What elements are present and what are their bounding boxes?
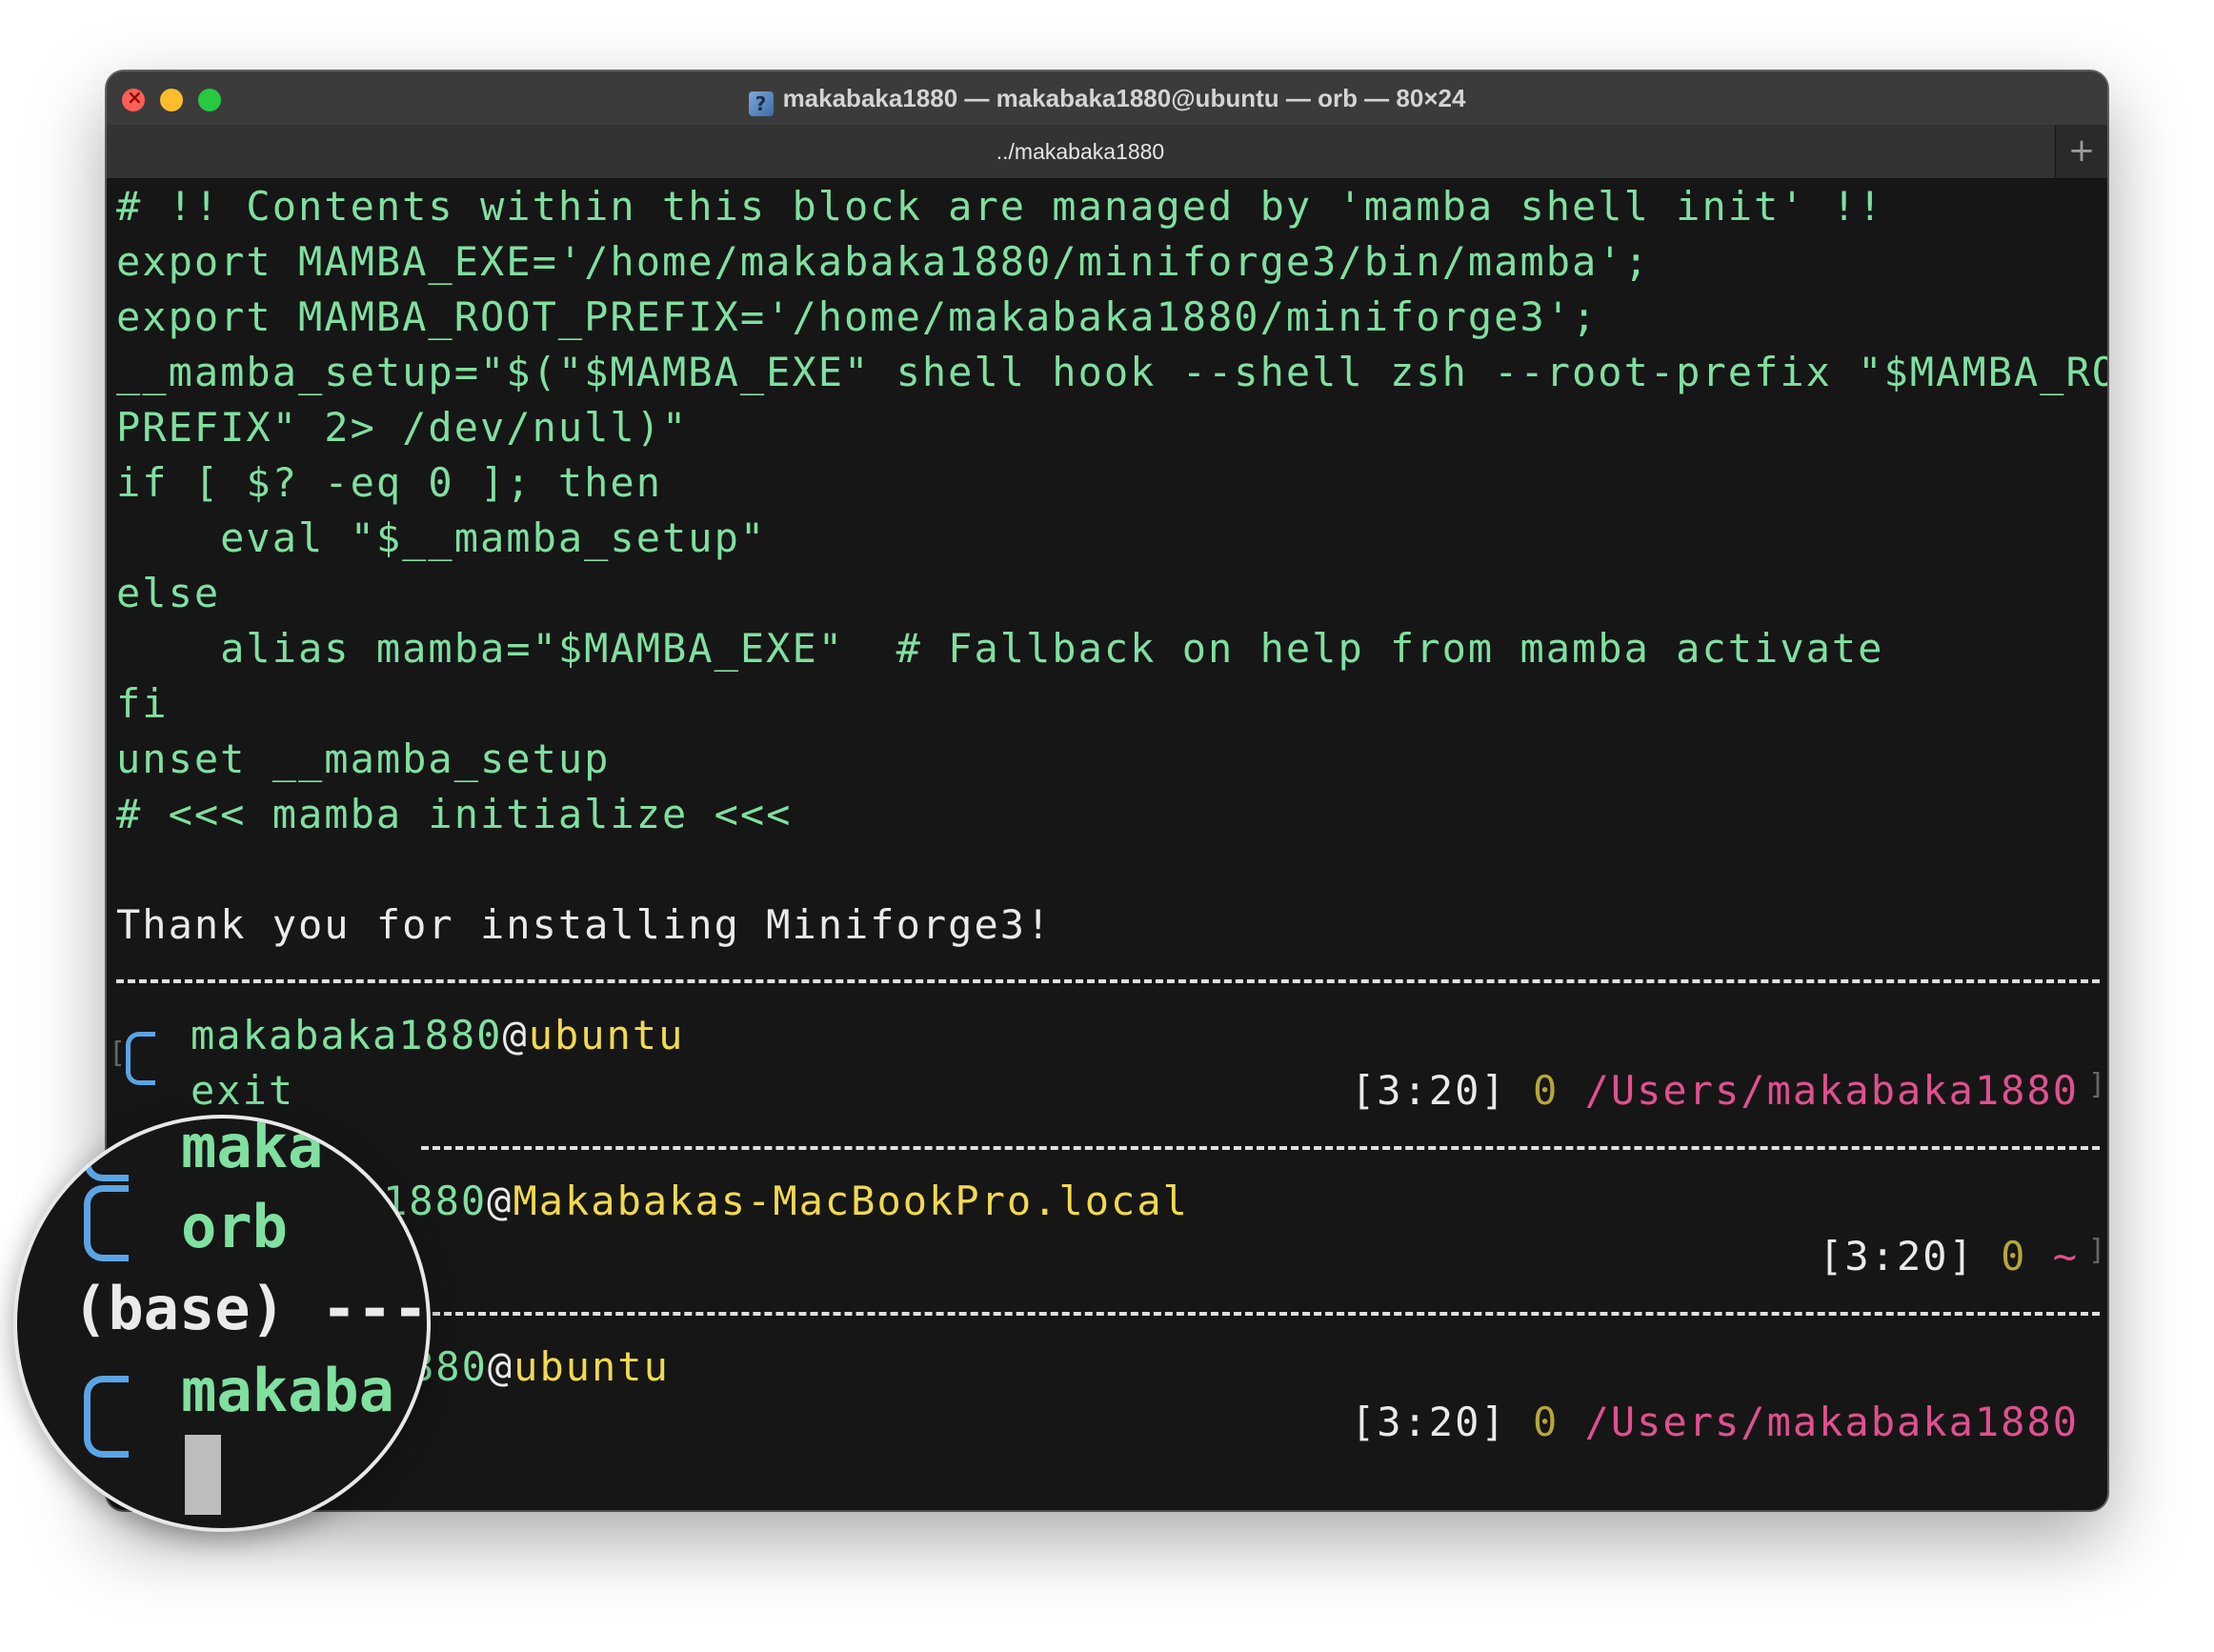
output-line: alias mamba="$MAMBA_EXE" # Fallback on h… (116, 625, 1884, 672)
prompt-at: @ (487, 1343, 514, 1390)
separator-line (421, 1146, 2100, 1150)
tab-bar: ../makabaka1880 + (107, 125, 2107, 179)
prompt-bracket (84, 1185, 129, 1261)
title-bar: ? makabaka1880 — makabaka1880@ubuntu — or… (107, 71, 2107, 125)
output-line: # !! Contents within this block are mana… (116, 183, 1884, 230)
prompt-host: ubuntu (528, 1012, 685, 1058)
prompt-status: 0 (1532, 1067, 1560, 1114)
window-title-text: makabaka1880 — makabaka1880@ubuntu — orb… (782, 84, 1466, 112)
output-line: __mamba_setup="$("$MAMBA_EXE" shell hook… (116, 349, 2107, 395)
prompt-path: /Users/makabaka1880 (1584, 1067, 2079, 1114)
prompt-status: 0 (2001, 1233, 2027, 1279)
left-edge-mark: [ (109, 1037, 127, 1070)
output-line: unset __mamba_setup (116, 735, 611, 782)
magnified-user: maka (181, 1115, 324, 1181)
output-line: # <<< mamba initialize <<< (116, 791, 793, 837)
magnified-user: makaba (181, 1356, 394, 1425)
prompt-user-host: 1880@Makabakas-MacBookPro.local (383, 1174, 1189, 1229)
prompt-bracket (84, 1118, 129, 1181)
prompt-at: @ (487, 1178, 513, 1224)
prompt-bracket (84, 1376, 129, 1458)
command-text: exit (191, 1067, 295, 1114)
prompt-right-info: [3:20] 0 /Users/makabaka1880 (1351, 1395, 2079, 1450)
terminal-cursor (185, 1435, 221, 1515)
right-edge-mark: ] (2087, 1068, 2105, 1101)
prompt-time: [3:20] (1819, 1233, 1975, 1279)
output-line: else (116, 570, 221, 616)
prompt-host: Makabakas-MacBookPro.local (513, 1178, 1189, 1224)
prompt-path: ~ (2052, 1233, 2079, 1279)
output-line: if [ $? -eq 0 ]; then (116, 459, 663, 506)
separator-line (421, 1312, 2100, 1316)
prompt-time: [3:20] (1350, 1067, 1507, 1114)
prompt-bracket (126, 1032, 155, 1085)
window-title: ? makabaka1880 — makabaka1880@ubuntu — or… (107, 84, 2107, 116)
prompt-host: ubuntu (513, 1343, 670, 1390)
prompt-user-host: 880@ubuntu (410, 1340, 670, 1395)
output-line: fi (116, 680, 169, 727)
prompt-status: 0 (1532, 1399, 1560, 1445)
magnified-env: (base) --- (72, 1274, 429, 1343)
magnified-command: orb (181, 1192, 288, 1261)
prompt-user: makabaka1880 (191, 1012, 503, 1058)
prompt-path: /Users/makabaka1880 (1584, 1399, 2079, 1445)
tab-makabaka1880[interactable]: ../makabaka1880 (107, 125, 2054, 178)
new-tab-button[interactable]: + (2055, 125, 2107, 178)
output-line: export MAMBA_EXE='/home/makabaka1880/min… (116, 238, 1650, 285)
output-line: export MAMBA_ROOT_PREFIX='/home/makabaka… (116, 293, 1599, 340)
prompt-at: @ (502, 1012, 529, 1058)
terminal-app-icon: ? (748, 91, 774, 116)
thanks-message: Thank you for installing Miniforge3! (116, 901, 1053, 948)
prompt-time: [3:20] (1350, 1399, 1507, 1445)
prompt-user-host: makabaka1880@ubuntu (191, 1008, 684, 1063)
output-line: eval "$__mamba_setup" (116, 514, 767, 561)
right-edge-mark: ] (2087, 1234, 2105, 1267)
prompt-right-info: [3:20] 0 /Users/makabaka1880 (1351, 1063, 2079, 1118)
output-line: PREFIX" 2> /dev/null)" (116, 404, 689, 451)
zoom-magnifier: maka orb (base) --- makaba (13, 1115, 431, 1532)
prompt-right-info: [3:20] 0 ~ (1819, 1229, 2079, 1284)
separator-line (116, 979, 2100, 983)
